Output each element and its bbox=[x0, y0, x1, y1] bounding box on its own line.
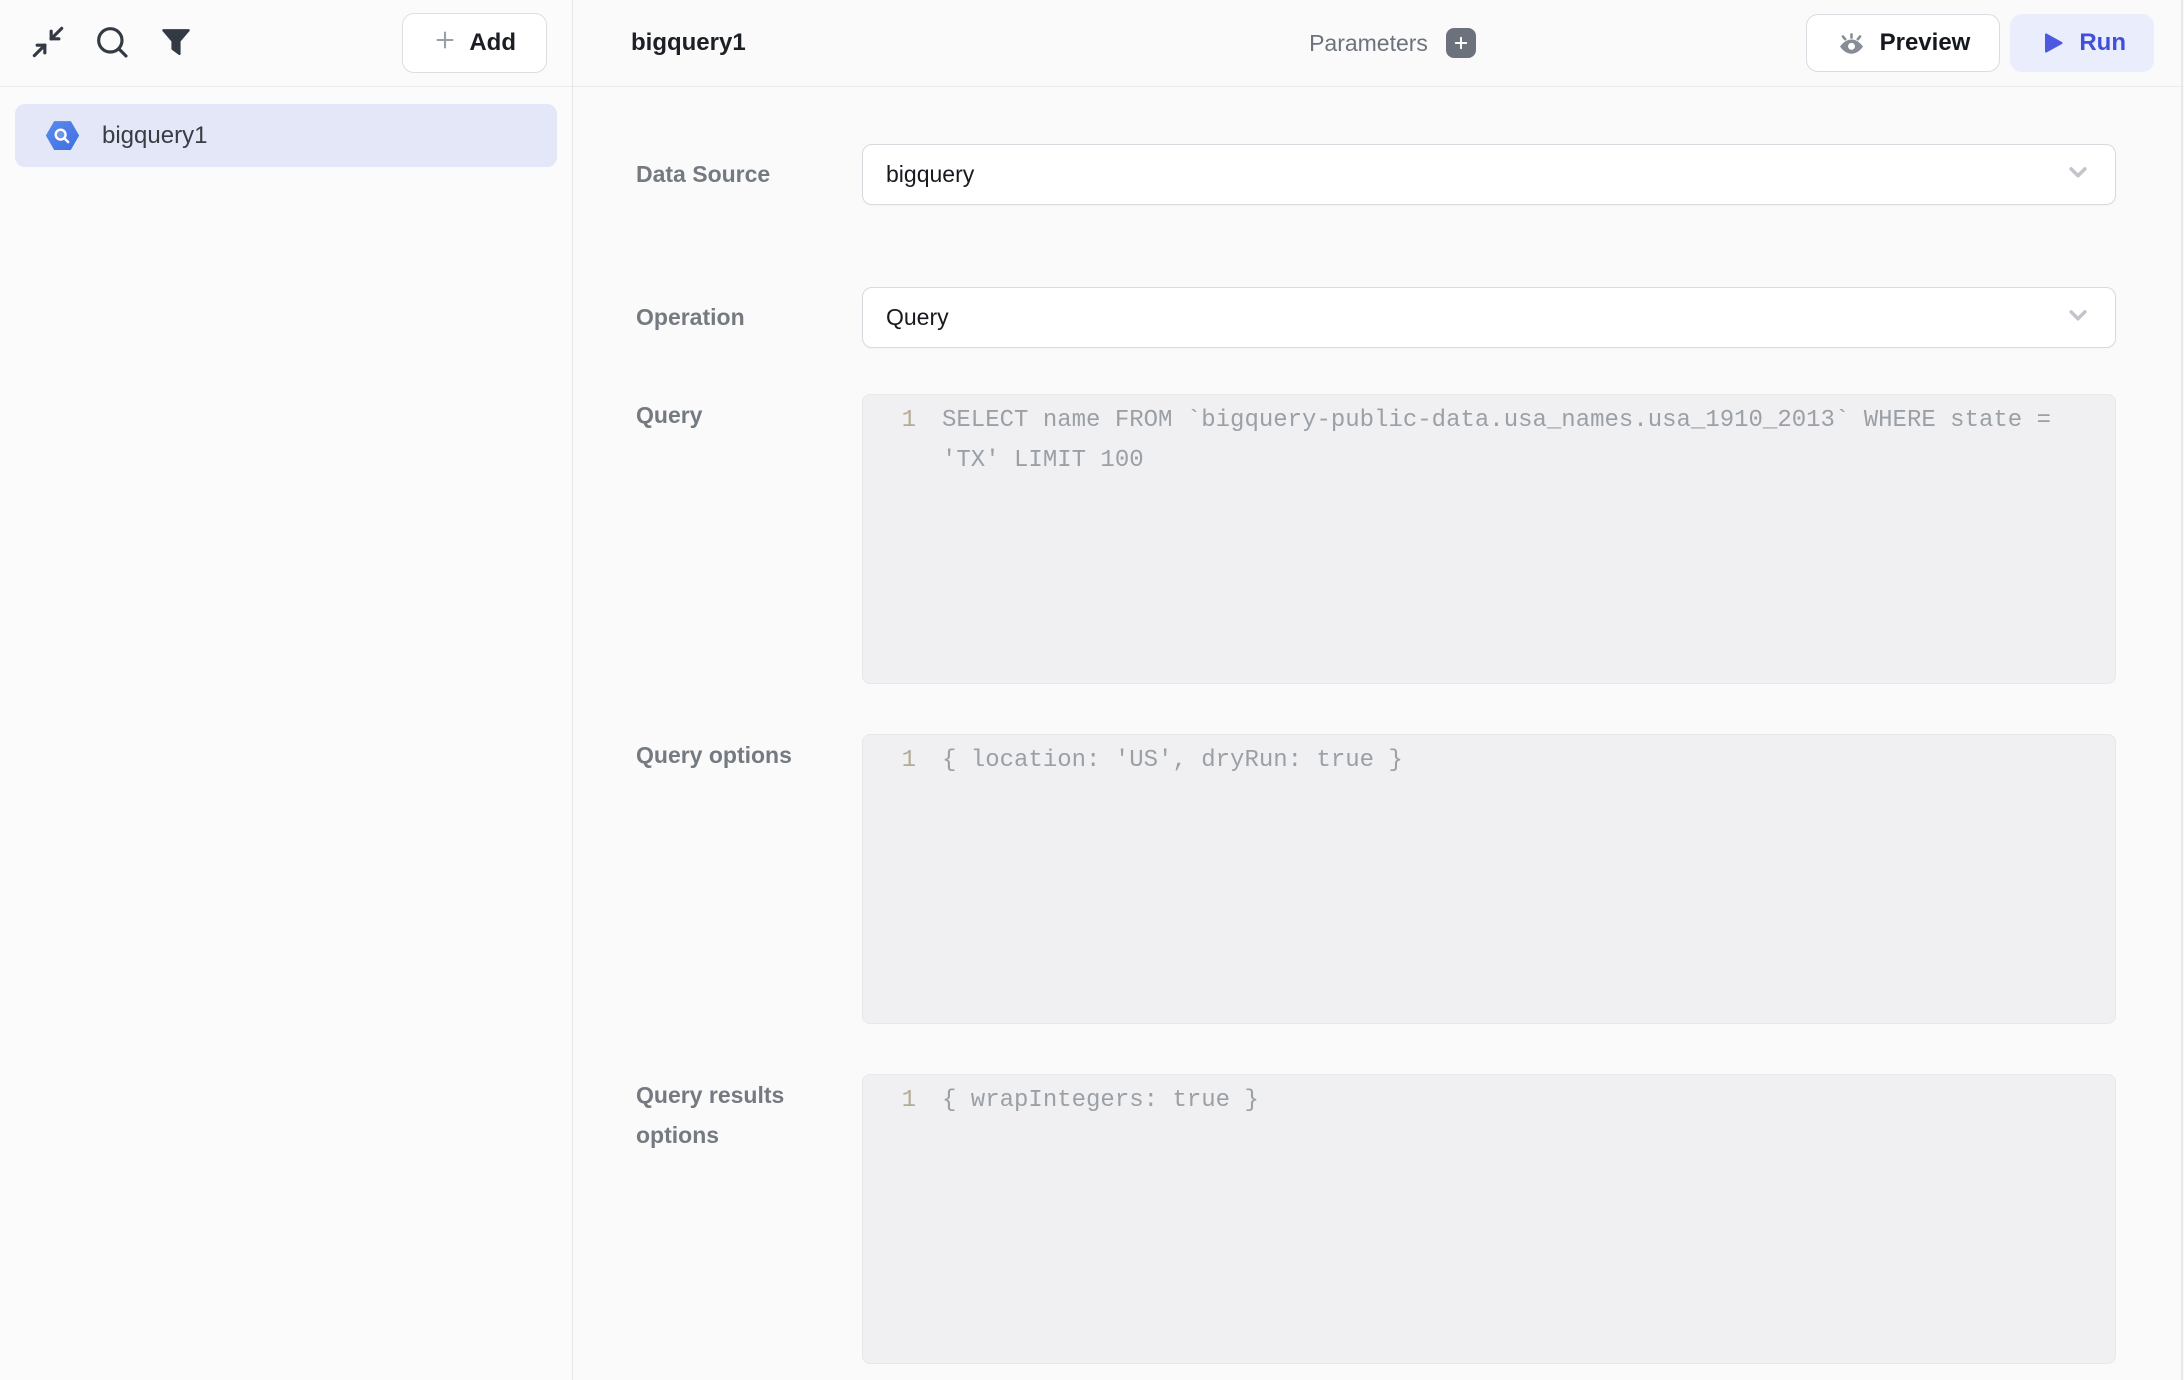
query-options-text: { location: 'US', dryRun: true } bbox=[916, 741, 2115, 781]
query-results-options-text: { wrapIntegers: true } bbox=[916, 1081, 2115, 1121]
query-code-text: SELECT name FROM `bigquery-public-data.u… bbox=[916, 401, 2115, 481]
line-number: 1 bbox=[863, 1081, 916, 1121]
sidebar-toolbar: Add bbox=[0, 0, 572, 87]
parameters-label: Parameters bbox=[1309, 30, 1428, 57]
play-icon bbox=[2038, 29, 2066, 57]
chevron-down-icon bbox=[2063, 300, 2093, 336]
run-button[interactable]: Run bbox=[2010, 14, 2154, 72]
add-query-button[interactable]: Add bbox=[402, 13, 547, 73]
page-title: bigquery1 bbox=[631, 29, 746, 57]
query-sidebar: Add bigquery1 bbox=[0, 0, 573, 1380]
query-config-form: Data Source bigquery Operation Query bbox=[573, 87, 2184, 1380]
app-window: Add bigquery1 bbox=[0, 0, 2184, 1380]
bigquery-icon bbox=[45, 120, 80, 151]
field-row-query: Query 1 SELECT name FROM `bigquery-publi… bbox=[636, 394, 2116, 684]
operation-select[interactable]: Query bbox=[862, 287, 2116, 348]
chevron-down-icon bbox=[2063, 157, 2093, 193]
field-label: Query options bbox=[636, 734, 862, 776]
plus-icon bbox=[433, 28, 457, 59]
query-editor-panel: bigquery1 Parameters bbox=[573, 0, 2184, 1380]
field-row-operation: Operation Query bbox=[636, 287, 2116, 348]
field-label: Operation bbox=[636, 298, 862, 338]
add-parameter-button[interactable] bbox=[1446, 28, 1476, 58]
filter-icon bbox=[157, 23, 195, 64]
editor-header: bigquery1 Parameters bbox=[573, 0, 2184, 87]
query-options-editor[interactable]: 1 { location: 'US', dryRun: true } bbox=[862, 734, 2116, 1024]
eye-icon bbox=[1836, 28, 1867, 59]
query-list-item-bigquery1[interactable]: bigquery1 bbox=[15, 104, 557, 167]
field-label: Query bbox=[636, 394, 862, 436]
data-source-select[interactable]: bigquery bbox=[862, 144, 2116, 205]
operation-value: Query bbox=[886, 304, 949, 331]
query-list: bigquery1 bbox=[0, 87, 572, 184]
field-row-query-results-options: Query results options 1 { wrapIntegers: … bbox=[636, 1074, 2116, 1364]
plus-icon bbox=[1452, 34, 1470, 52]
search-icon bbox=[92, 22, 132, 65]
data-source-value: bigquery bbox=[886, 161, 974, 188]
run-button-label: Run bbox=[2079, 29, 2126, 57]
field-label: Data Source bbox=[636, 155, 862, 195]
query-code-editor[interactable]: 1 SELECT name FROM `bigquery-public-data… bbox=[862, 394, 2116, 684]
line-number: 1 bbox=[863, 741, 916, 781]
line-number: 1 bbox=[863, 401, 916, 441]
filter-button[interactable] bbox=[154, 21, 198, 65]
collapse-sidebar-button[interactable] bbox=[26, 21, 70, 65]
query-results-options-editor[interactable]: 1 { wrapIntegers: true } bbox=[862, 1074, 2116, 1364]
field-row-query-options: Query options 1 { location: 'US', dryRun… bbox=[636, 734, 2116, 1024]
collapse-icon bbox=[28, 22, 68, 65]
preview-button[interactable]: Preview bbox=[1806, 14, 2001, 72]
add-button-label: Add bbox=[469, 29, 516, 57]
search-button[interactable] bbox=[90, 21, 134, 65]
query-item-label: bigquery1 bbox=[102, 122, 207, 150]
field-label: Query results options bbox=[636, 1074, 862, 1155]
preview-button-label: Preview bbox=[1880, 29, 1971, 57]
field-row-data-source: Data Source bigquery bbox=[636, 144, 2116, 205]
